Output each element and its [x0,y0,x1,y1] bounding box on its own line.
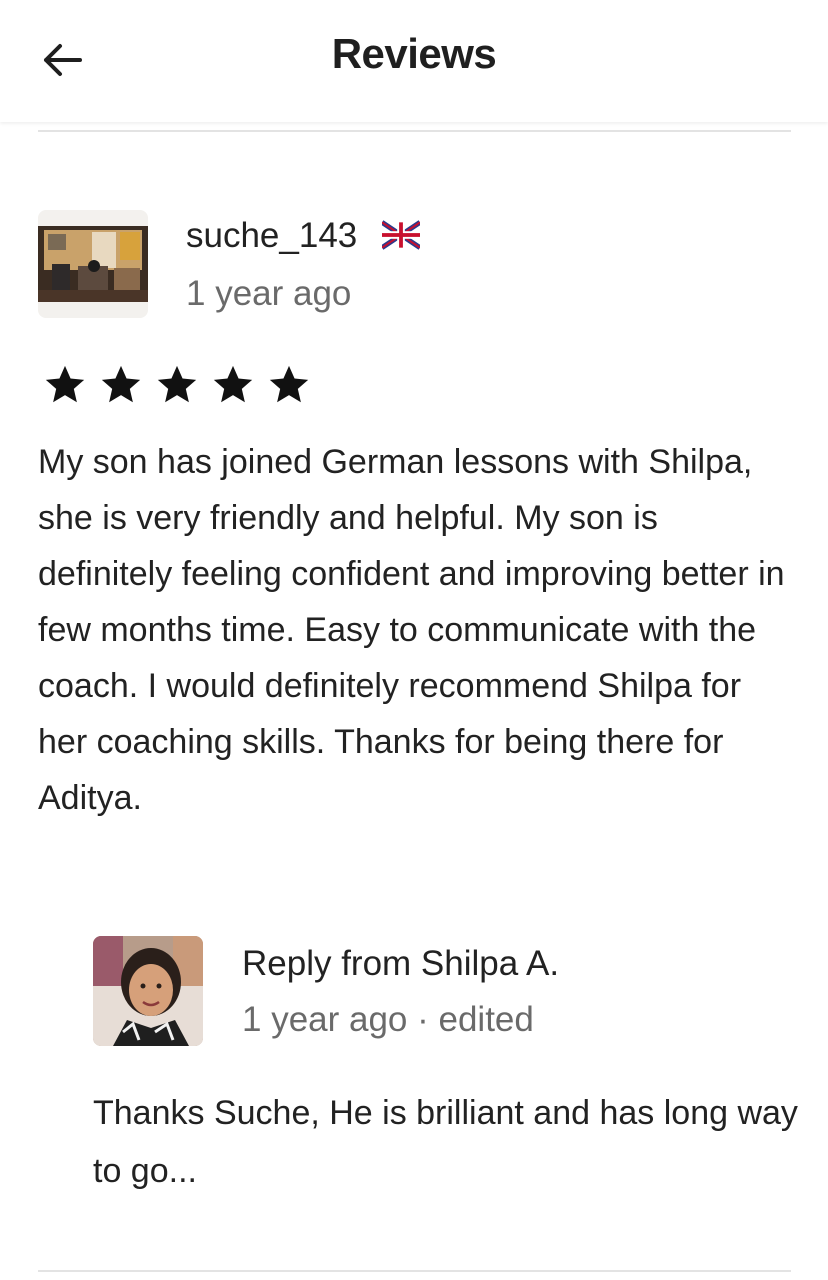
replier-avatar[interactable] [93,936,203,1046]
top-app-bar: Reviews [0,0,828,122]
divider-top [38,130,791,132]
reviewer-avatar[interactable] [38,210,148,318]
star-icon [213,365,253,403]
star-icon [45,365,85,403]
rating-stars [42,362,312,408]
star-icon [269,365,309,403]
review-body: My son has joined German lessons with Sh… [38,443,785,817]
divider-bottom [38,1270,791,1272]
uk-flag-icon [382,220,420,250]
reviewer-name[interactable]: suche_143 [186,216,357,256]
star-icon [157,365,197,403]
reply-time: 1 year ago · edited [242,1000,534,1039]
reply-body: Thanks Suche, He is brilliant and has lo… [93,1094,798,1190]
reply-title: Reply from Shilpa A. [242,944,560,983]
star-icon [101,365,141,403]
review-time: 1 year ago [186,274,352,313]
page-title: Reviews [331,30,497,77]
